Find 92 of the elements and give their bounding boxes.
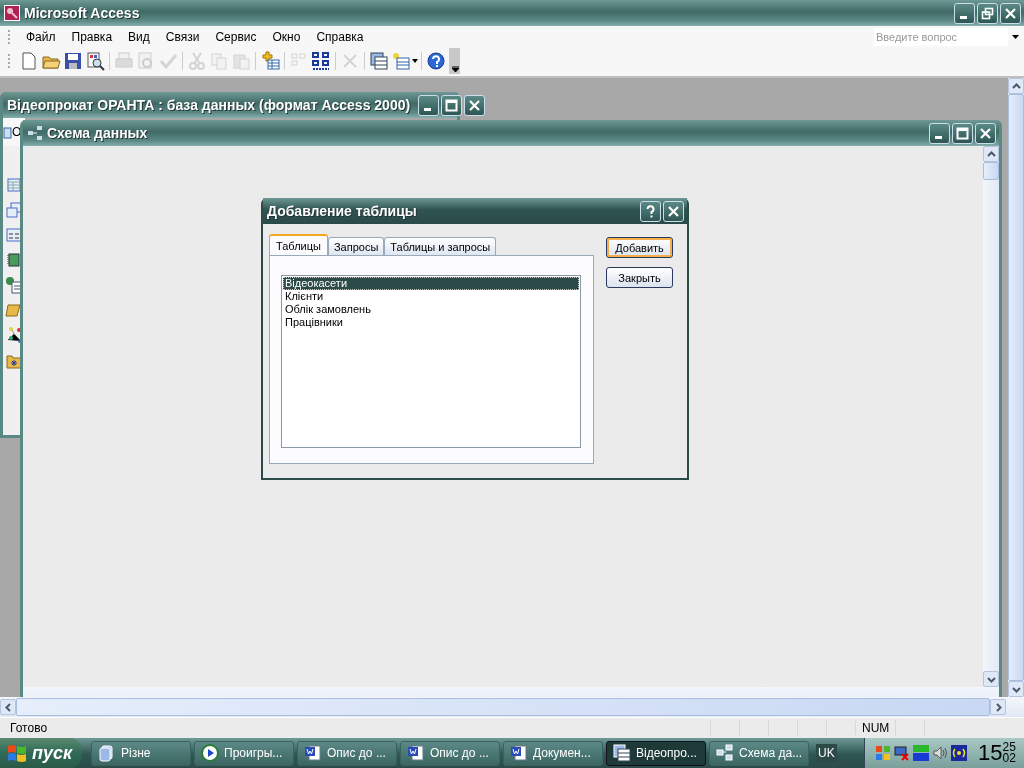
question-mark-icon bbox=[644, 204, 657, 218]
signal-icon[interactable] bbox=[951, 745, 967, 761]
taskbar-button[interactable]: Схема да... bbox=[709, 740, 809, 766]
window-title: Схема данных bbox=[47, 125, 148, 141]
scroll-right-button[interactable] bbox=[990, 699, 1006, 715]
table-window-icon bbox=[613, 744, 631, 762]
menu-item[interactable]: Справка bbox=[308, 30, 372, 44]
word-document-icon bbox=[510, 744, 528, 762]
scroll-left-button[interactable] bbox=[0, 699, 16, 715]
language-indicator[interactable]: UK bbox=[816, 744, 837, 762]
close-button[interactable] bbox=[464, 94, 486, 116]
scroll-down-button[interactable] bbox=[1008, 681, 1024, 697]
form-icon[interactable] bbox=[5, 226, 23, 244]
options-arrow-icon bbox=[451, 66, 459, 72]
menu-item[interactable]: Окно bbox=[264, 30, 309, 44]
save-icon[interactable] bbox=[63, 51, 83, 71]
menu-item[interactable]: Файл bbox=[18, 30, 64, 44]
word-document-icon bbox=[304, 744, 322, 762]
open-icon[interactable] bbox=[3, 125, 12, 139]
minimize-icon bbox=[423, 107, 431, 111]
start-button[interactable]: пуск bbox=[0, 738, 82, 768]
menu-item[interactable]: Правка bbox=[63, 30, 121, 44]
video-card-icon[interactable] bbox=[913, 745, 929, 761]
dropdown-arrow-icon[interactable] bbox=[412, 59, 418, 63]
scroll-up-button[interactable] bbox=[983, 146, 999, 162]
close-button[interactable] bbox=[975, 122, 996, 144]
word-document-icon bbox=[407, 744, 425, 762]
close-button[interactable] bbox=[1000, 2, 1021, 24]
table-icon[interactable] bbox=[5, 176, 23, 194]
speaker-icon[interactable] bbox=[932, 745, 948, 761]
taskbar-button[interactable]: Відеопро... bbox=[606, 740, 706, 766]
close-icon bbox=[468, 98, 482, 112]
close-icon bbox=[667, 204, 680, 218]
report-icon[interactable] bbox=[5, 251, 23, 269]
media-player-icon bbox=[201, 744, 219, 762]
close-button[interactable] bbox=[663, 200, 684, 222]
scroll-down-button[interactable] bbox=[983, 671, 999, 687]
maximize-button[interactable] bbox=[441, 94, 463, 116]
taskbar-button[interactable]: Різне bbox=[91, 740, 191, 766]
maximize-button[interactable] bbox=[952, 122, 973, 144]
restore-icon bbox=[981, 6, 994, 20]
restore-button[interactable] bbox=[977, 2, 998, 24]
folder-stack-icon bbox=[98, 744, 116, 762]
diagram-icon bbox=[27, 125, 43, 141]
taskbar-button[interactable]: Опис до ... bbox=[400, 740, 500, 766]
app-key-icon bbox=[4, 5, 20, 21]
close-icon bbox=[1004, 6, 1017, 20]
tab[interactable]: Таблицы bbox=[269, 234, 328, 255]
tab[interactable]: Таблицы и запросы bbox=[384, 237, 497, 255]
tab[interactable]: Запросы bbox=[327, 237, 385, 255]
dialog-button[interactable]: Добавить bbox=[606, 237, 673, 258]
list-item[interactable]: Клієнти bbox=[283, 290, 579, 303]
relationships-grid-icon[interactable] bbox=[311, 51, 331, 71]
minimize-button[interactable] bbox=[929, 122, 950, 144]
help-button[interactable] bbox=[640, 200, 661, 222]
dialog-button[interactable]: Закрыть bbox=[606, 267, 673, 288]
minimize-icon bbox=[934, 135, 942, 139]
question-field[interactable]: Введите вопрос bbox=[874, 28, 1008, 46]
close-icon bbox=[979, 126, 992, 140]
diagram-icon bbox=[716, 744, 734, 762]
table-window-icon[interactable] bbox=[369, 51, 389, 71]
taskbar-button[interactable]: Опис до ... bbox=[297, 740, 397, 766]
scroll-icon[interactable] bbox=[5, 301, 23, 319]
dialog-title: Добавление таблицы bbox=[267, 203, 417, 219]
minimize-button[interactable] bbox=[954, 2, 975, 24]
menu-item[interactable]: Сервис bbox=[207, 30, 265, 44]
vertical-scrollbar[interactable] bbox=[983, 146, 999, 687]
maximize-icon bbox=[445, 98, 459, 112]
minimize-button[interactable] bbox=[418, 94, 440, 116]
taskbar-button[interactable]: Докумен... bbox=[503, 740, 603, 766]
window-title: Microsoft Access bbox=[24, 5, 140, 21]
dropdown-arrow-icon[interactable] bbox=[1012, 34, 1020, 40]
taskbar-button[interactable]: Проигры... bbox=[194, 740, 294, 766]
minimize-icon bbox=[959, 15, 967, 19]
windows-flag-icon bbox=[6, 743, 28, 763]
network-disconnected-icon[interactable] bbox=[894, 745, 910, 761]
toolbar-options-button[interactable] bbox=[450, 48, 460, 74]
add-table-icon[interactable] bbox=[260, 51, 280, 71]
list-item[interactable]: Облік замовлень bbox=[283, 303, 579, 316]
scroll-up-button[interactable] bbox=[1008, 78, 1024, 94]
window-title: Відеопрокат ОРАНТА : база данных (формат Access 2000) bbox=[7, 97, 411, 113]
scroll-thumb[interactable] bbox=[983, 162, 999, 180]
help-icon[interactable] bbox=[426, 51, 446, 71]
file-search-icon[interactable] bbox=[85, 51, 105, 71]
list-item[interactable]: Працівники bbox=[283, 316, 579, 329]
num-lock-indicator: NUM bbox=[855, 721, 896, 735]
list-item[interactable]: Відеокасети bbox=[283, 277, 579, 290]
menu-item[interactable]: Связи bbox=[157, 30, 208, 44]
maximize-icon bbox=[956, 126, 969, 140]
colored-squares-icon[interactable] bbox=[875, 745, 891, 761]
status-text: Готово bbox=[9, 721, 49, 735]
menu-item[interactable]: Вид bbox=[120, 30, 158, 44]
